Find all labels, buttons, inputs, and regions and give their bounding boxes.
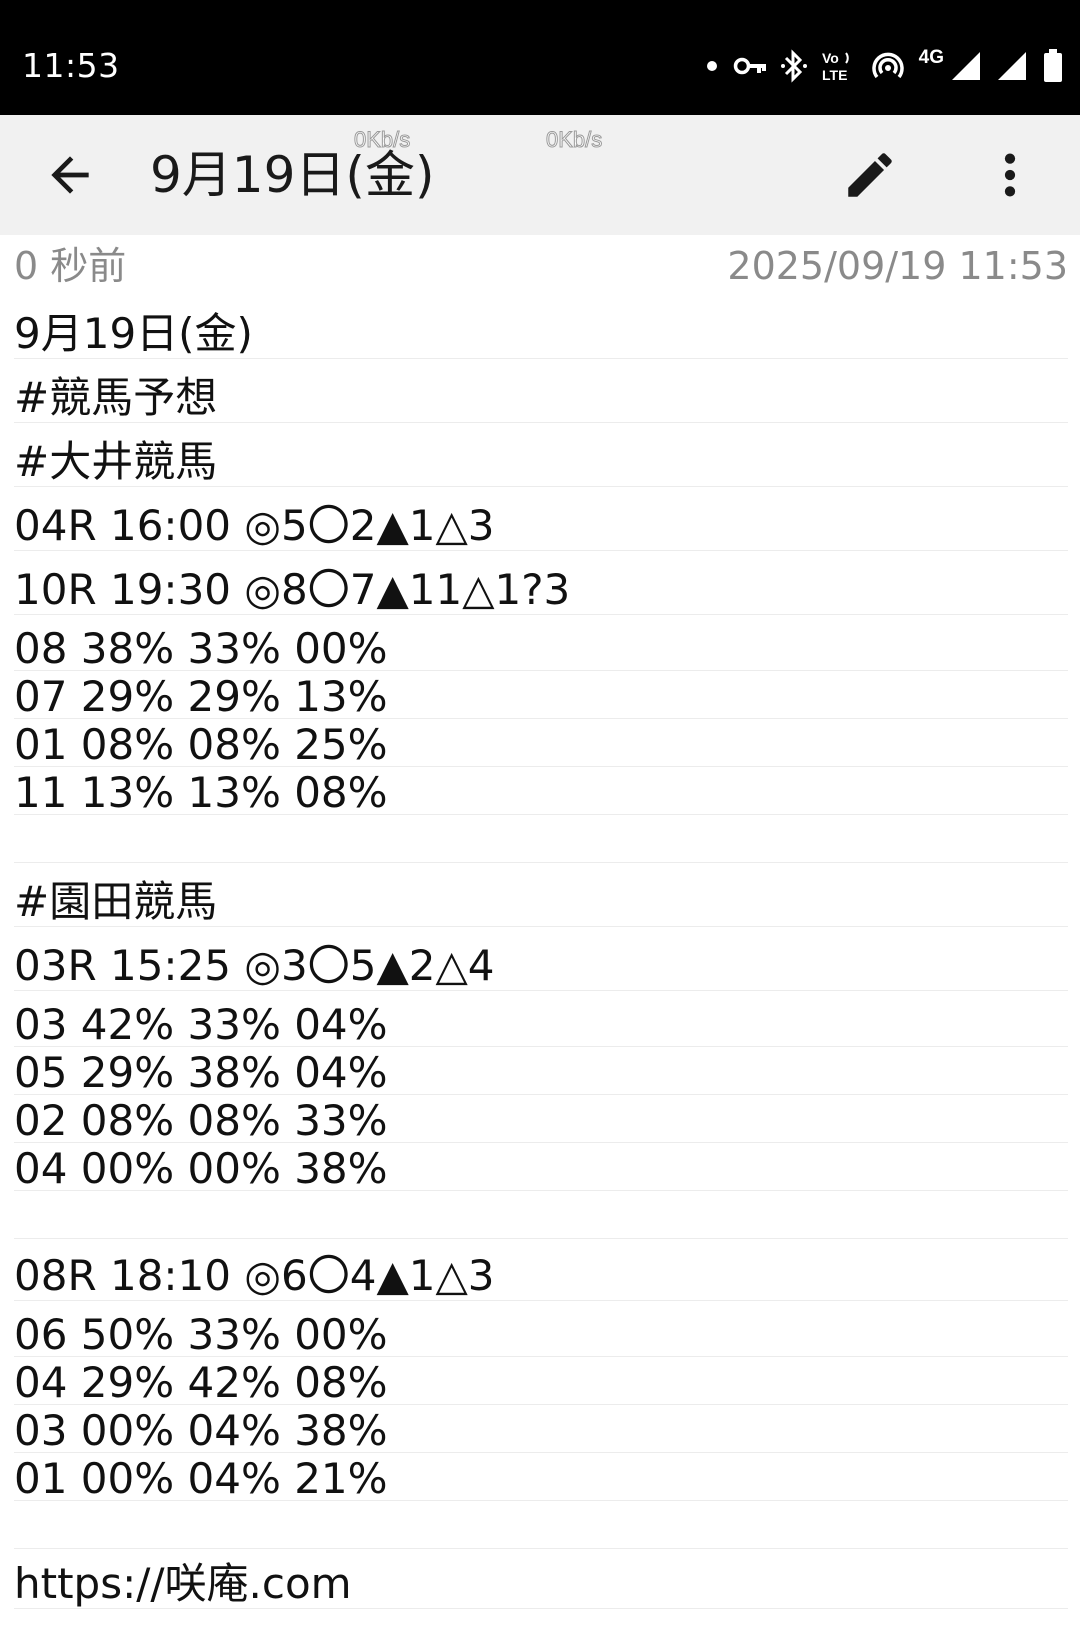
arrow-back-icon [51,156,89,194]
note-line: 02 08% 08% 33% [14,1100,1068,1143]
note-line: 04R 16:00 ◎5〇2▲1△3 [14,502,1068,551]
svg-text:Vo: Vo [822,50,839,66]
note-line: 08R 18:10 ◎6〇4▲1△3 [14,1252,1068,1301]
more-options-button[interactable] [976,141,1044,209]
bluetooth-icon [780,49,807,83]
relative-time: 0 秒前 [14,244,127,288]
note-line: 01 00% 04% 21% [14,1458,1068,1501]
pencil-icon [848,153,892,197]
volte-icon: Vo LTE [822,50,849,83]
status-bar: 11:53 Vo LTE 4G [0,0,1080,115]
note-line: 06 50% 33% 00% [14,1314,1068,1357]
note-line: 03 42% 33% 04% [14,1004,1068,1047]
svg-text:LTE: LTE [822,67,847,83]
note-line: 03R 15:25 ◎3〇5▲2△4 [14,942,1068,991]
app-toolbar: 9月19日(金) 0Kb/s 0Kb/s [0,115,1080,235]
network-speed-label: 0Kb/s [545,127,603,153]
note-meta-row: 0 秒前 2025/09/19 11:53 [0,235,1080,295]
edit-button[interactable] [836,141,904,209]
back-button[interactable] [36,141,104,209]
note-line: #競馬予想 [14,374,1068,423]
note-line: 04 00% 00% 38% [14,1148,1068,1191]
battery-icon [1044,49,1062,82]
note-link-line[interactable]: https://咲庵.com [14,1560,1068,1609]
hotspot-icon [871,52,904,79]
note-line: 01 08% 08% 25% [14,724,1068,767]
note-link[interactable]: https://咲庵.com [14,1560,352,1608]
note-line [14,820,1068,863]
note-line: 07 29% 29% 13% [14,676,1068,719]
note-line: 9月19日(金) [14,310,1068,359]
note-line: #大井競馬 [14,438,1068,487]
vpn-key-icon [733,57,766,75]
signal-icon [952,52,980,80]
status-time: 11:53 [22,46,120,85]
signal-icon [998,52,1026,80]
note-line: 03 00% 04% 38% [14,1410,1068,1453]
note-timestamp: 2025/09/19 11:53 [727,244,1068,288]
note-line: 10R 19:30 ◎8〇7▲11△1?3 [14,566,1068,615]
dot-icon [706,61,717,71]
note-line [14,1506,1068,1549]
note-line: 04 29% 42% 08% [14,1362,1068,1405]
note-line: 05 29% 38% 04% [14,1052,1068,1095]
note-line: #園田競馬 [14,878,1068,927]
status-icons: Vo LTE 4G [705,40,1064,92]
note-line: 08 38% 33% 00% [14,628,1068,671]
network-type-label: 4G [918,46,944,68]
network-speed-label: 0Kb/s [353,127,411,153]
more-vert-icon [1004,153,1016,197]
note-line: 11 13% 13% 08% [14,772,1068,815]
note-line [14,1196,1068,1239]
